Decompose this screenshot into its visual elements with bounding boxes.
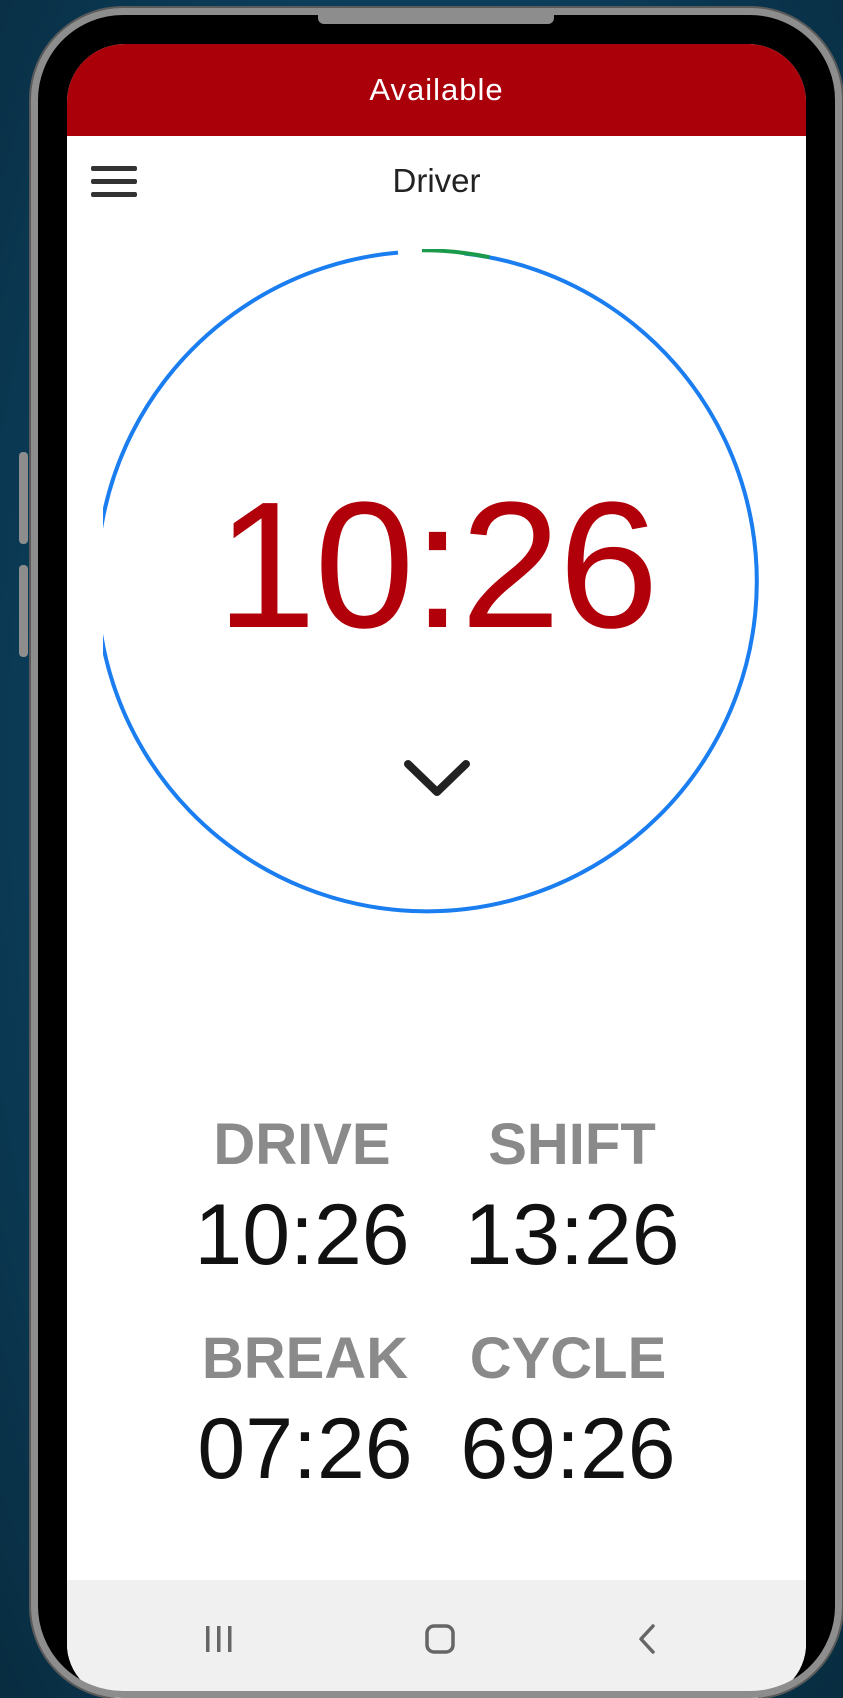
system-navigation-bar [67, 1580, 806, 1698]
recent-apps-icon[interactable] [203, 1622, 235, 1656]
volume-up-button [19, 452, 28, 544]
remaining-time: 10:26 [216, 465, 658, 666]
clock-value: 10:26 [194, 1187, 410, 1283]
chevron-down-icon[interactable] [402, 756, 472, 802]
cycle-clock[interactable]: CYCLE 69:26 [438, 1326, 698, 1497]
shift-clock[interactable]: SHIFT 13:26 [442, 1112, 702, 1283]
home-icon[interactable] [423, 1622, 457, 1656]
clock-label: SHIFT [488, 1112, 656, 1177]
phone-screen: Available Driver 10:26 DRIVE 10:26 SHIFT… [67, 44, 806, 1698]
dial-accent-arc [421, 249, 490, 260]
duty-status-text: Available [369, 72, 504, 107]
clock-value: 13:26 [464, 1187, 680, 1283]
clock-label: CYCLE [469, 1326, 667, 1391]
app-toolbar: Driver [67, 136, 806, 206]
volume-down-button [19, 565, 28, 657]
page-title: Driver [392, 162, 481, 199]
duty-status-bar[interactable]: Available [67, 44, 806, 136]
phone-top-edge [318, 10, 554, 24]
clock-value: 69:26 [460, 1401, 676, 1497]
back-icon[interactable] [633, 1622, 663, 1656]
clock-value: 07:26 [197, 1401, 413, 1497]
clock-label: BREAK [201, 1326, 409, 1391]
drive-clock[interactable]: DRIVE 10:26 [172, 1112, 432, 1283]
clock-label: DRIVE [213, 1112, 391, 1177]
break-clock[interactable]: BREAK 07:26 [175, 1326, 435, 1497]
